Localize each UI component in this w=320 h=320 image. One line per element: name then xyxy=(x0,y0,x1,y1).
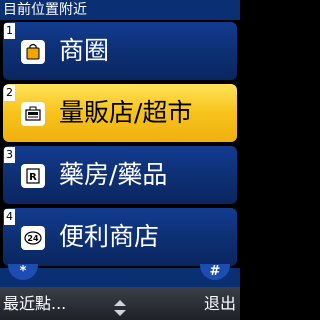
item-number: 4 xyxy=(4,209,15,225)
softkey-bar: * # 最近點... 退出 xyxy=(0,264,240,320)
hash-key-tab[interactable]: # xyxy=(200,264,230,280)
star-key-tab[interactable]: * xyxy=(8,264,38,280)
svg-text:24: 24 xyxy=(27,234,39,243)
convenience-store-icon: 24 xyxy=(21,226,45,250)
up-down-arrows-icon xyxy=(113,295,127,316)
category-list: 1 商圈 2 量販店/超市 3 R 藥房/藥品 4 24 便利商店 xyxy=(0,20,240,268)
left-softkey[interactable]: 最近點... xyxy=(3,287,66,320)
pharmacy-icon: R xyxy=(21,164,45,188)
item-number: 1 xyxy=(4,23,15,39)
item-number: 3 xyxy=(4,147,15,163)
item-label: 商圈 xyxy=(59,36,110,65)
screen-title: 目前位置附近 xyxy=(0,0,240,20)
list-item-convenience-store[interactable]: 4 24 便利商店 xyxy=(3,208,237,266)
shopping-bag-icon xyxy=(21,40,45,64)
svg-text:R: R xyxy=(29,172,37,183)
item-label: 藥房/藥品 xyxy=(59,160,168,189)
list-item-hypermarket[interactable]: 2 量販店/超市 xyxy=(3,84,237,142)
list-item-pharmacy[interactable]: 3 R 藥房/藥品 xyxy=(3,146,237,204)
item-label: 量販店/超市 xyxy=(59,98,193,127)
cash-register-icon xyxy=(21,102,45,126)
list-item-shopping-district[interactable]: 1 商圈 xyxy=(3,22,237,80)
item-label: 便利商店 xyxy=(59,222,160,251)
item-number: 2 xyxy=(4,85,15,101)
softkey-row: 最近點... 退出 xyxy=(0,287,240,320)
right-softkey-exit[interactable]: 退出 xyxy=(204,287,236,320)
